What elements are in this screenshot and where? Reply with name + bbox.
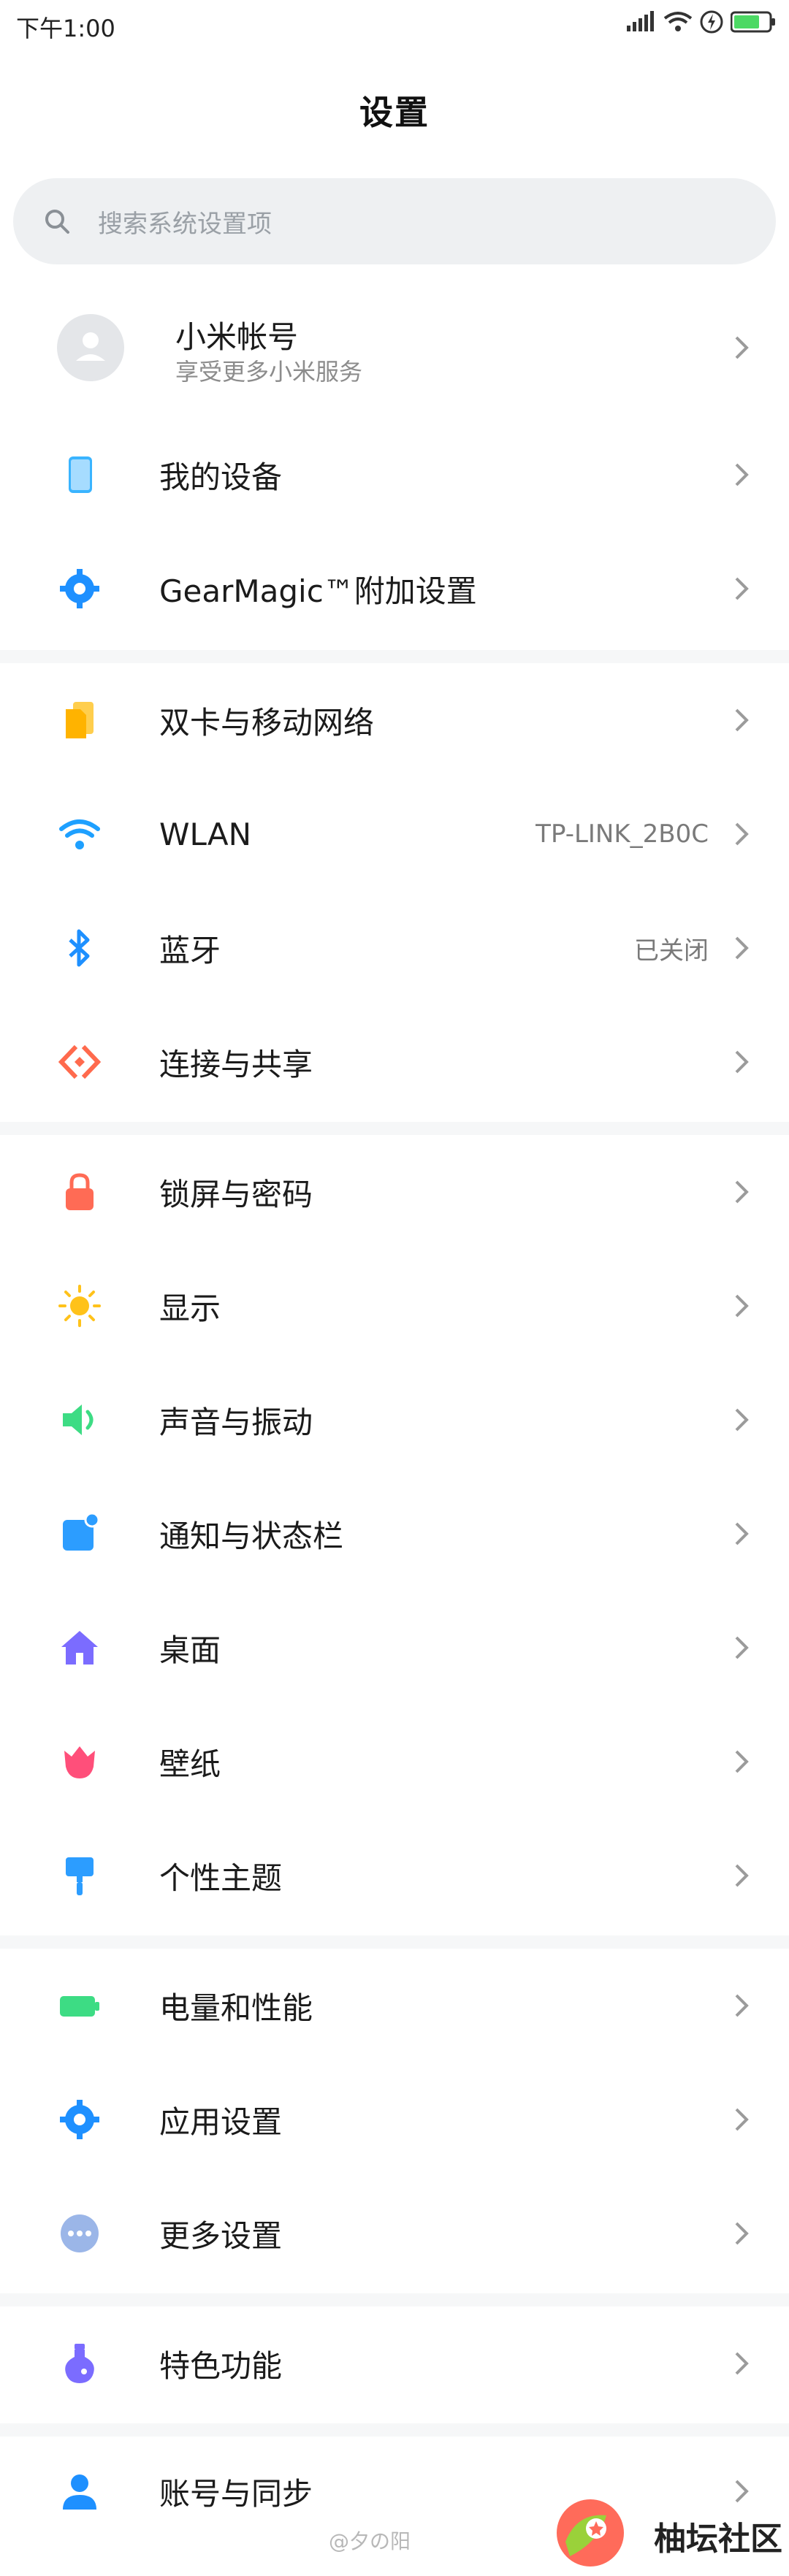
settings-item-connection-sharing[interactable]: 连接与共享	[0, 1005, 789, 1119]
page-title: 设置	[359, 93, 430, 132]
chevron-right-icon	[735, 1180, 749, 1204]
tulip-icon	[57, 1739, 102, 1784]
chevron-right-icon	[735, 2480, 749, 2503]
section-divider	[0, 1935, 789, 1949]
settings-item-home-screen[interactable]: 桌面	[0, 1591, 789, 1705]
search-icon	[45, 210, 69, 234]
sim-card-icon	[57, 697, 102, 743]
chevron-right-icon	[735, 2352, 749, 2375]
settings-item-label: 锁屏与密码	[159, 1176, 313, 1212]
settings-item-label: 显示	[159, 1290, 221, 1326]
settings-item-display[interactable]: 显示	[0, 1249, 789, 1363]
settings-item-label: 我的设备	[159, 459, 283, 495]
settings-item-label: 更多设置	[159, 2217, 283, 2254]
home-icon	[57, 1625, 102, 1670]
chevron-right-icon	[735, 2222, 749, 2245]
chevron-right-icon	[735, 577, 749, 600]
search-placeholder: 搜索系统设置项	[98, 209, 272, 239]
status-time: 下午1:00	[16, 15, 115, 42]
charging-icon	[700, 10, 723, 34]
bluetooth-status-value: 已关闭	[634, 936, 709, 966]
device-icon	[57, 452, 102, 497]
chevron-right-icon	[735, 1522, 749, 1545]
account-subtitle: 享受更多小米服务	[175, 358, 363, 386]
chevron-right-icon	[735, 463, 749, 486]
section-divider	[0, 650, 789, 663]
paint-brush-icon	[57, 1853, 102, 1898]
settings-item-label: 双卡与移动网络	[159, 704, 375, 741]
settings-item-sound[interactable]: 声音与振动	[0, 1363, 789, 1477]
settings-item-label: 应用设置	[159, 2103, 283, 2140]
battery-performance-icon	[57, 1983, 102, 2028]
settings-item-label: GearMagic™附加设置	[159, 573, 477, 609]
settings-item-label: 通知与状态栏	[159, 1518, 344, 1554]
user-avatar-icon	[76, 332, 105, 361]
chevron-right-icon	[735, 936, 749, 960]
lock-icon	[57, 1169, 102, 1215]
settings-item-more-settings[interactable]: 更多设置	[0, 2176, 789, 2290]
weibo-watermark: @夕の阳	[329, 2529, 411, 2553]
chevron-right-icon	[735, 1636, 749, 1659]
wifi-icon	[57, 811, 102, 857]
settings-item-special-features[interactable]: 特色功能	[0, 2306, 789, 2420]
speaker-icon	[57, 1397, 102, 1442]
settings-item-bluetooth[interactable]: 蓝牙 已关闭	[0, 891, 789, 1005]
settings-item-lock-screen[interactable]: 锁屏与密码	[0, 1135, 789, 1249]
chevron-right-icon	[735, 2108, 749, 2131]
settings-item-label: 桌面	[159, 1632, 221, 1668]
settings-item-battery[interactable]: 电量和性能	[0, 1949, 789, 2063]
section-divider	[0, 1122, 789, 1135]
notification-icon	[57, 1511, 102, 1556]
settings-item-sim[interactable]: 双卡与移动网络	[0, 663, 789, 777]
wlan-status-value: TP-LINK_2B0C	[535, 819, 709, 849]
settings-item-label: 声音与振动	[159, 1404, 313, 1440]
chevron-right-icon	[735, 1408, 749, 1432]
chevron-right-icon	[735, 708, 749, 732]
settings-item-app-settings[interactable]: 应用设置	[0, 2063, 789, 2176]
share-connection-icon	[57, 1039, 102, 1085]
signal-icon	[627, 11, 654, 31]
status-bar: 下午1:00	[0, 0, 789, 58]
battery-icon	[731, 11, 775, 33]
settings-item-label: 连接与共享	[159, 1046, 313, 1082]
account-name: 小米帐号	[175, 319, 299, 355]
more-dots-icon	[57, 2211, 102, 2256]
chevron-right-icon	[735, 1864, 749, 1887]
settings-item-wlan[interactable]: WLAN TP-LINK_2B0C	[0, 777, 789, 891]
settings-item-label: WLAN	[159, 816, 252, 852]
gear-icon	[57, 566, 102, 611]
settings-item-gearmagic[interactable]: GearMagic™附加设置	[0, 532, 789, 646]
chevron-right-icon	[735, 1294, 749, 1318]
avatar	[57, 314, 124, 381]
settings-item-label: 电量和性能	[159, 1990, 313, 2026]
settings-item-wallpaper[interactable]: 壁纸	[0, 1705, 789, 1819]
yuzu-forum-logo	[557, 2499, 624, 2567]
settings-item-my-device[interactable]: 我的设备	[0, 418, 789, 532]
chevron-right-icon	[735, 1994, 749, 2017]
app-gear-icon	[57, 2097, 102, 2142]
sun-icon	[57, 1283, 102, 1329]
chevron-right-icon	[735, 336, 749, 359]
section-divider	[0, 2423, 789, 2437]
flask-icon	[57, 2341, 102, 2386]
settings-item-themes[interactable]: 个性主题	[0, 1819, 789, 1933]
settings-item-label: 壁纸	[159, 1746, 221, 1782]
settings-item-label: 特色功能	[159, 2347, 283, 2384]
status-icons	[627, 10, 776, 34]
settings-item-label: 账号与同步	[159, 2475, 313, 2512]
settings-item-label: 蓝牙	[159, 932, 221, 968]
wifi-status-icon	[663, 12, 693, 31]
bluetooth-icon	[57, 925, 102, 971]
section-divider	[0, 2293, 789, 2306]
chevron-right-icon	[735, 822, 749, 846]
brand-text: 柚坛社区	[654, 2520, 782, 2558]
chevron-right-icon	[735, 1750, 749, 1773]
chevron-right-icon	[735, 1050, 749, 1074]
person-icon	[57, 2469, 102, 2514]
settings-item-label: 个性主题	[159, 1860, 283, 1896]
search-input[interactable]: 搜索系统设置项	[13, 178, 776, 264]
settings-item-notifications[interactable]: 通知与状态栏	[0, 1477, 789, 1591]
